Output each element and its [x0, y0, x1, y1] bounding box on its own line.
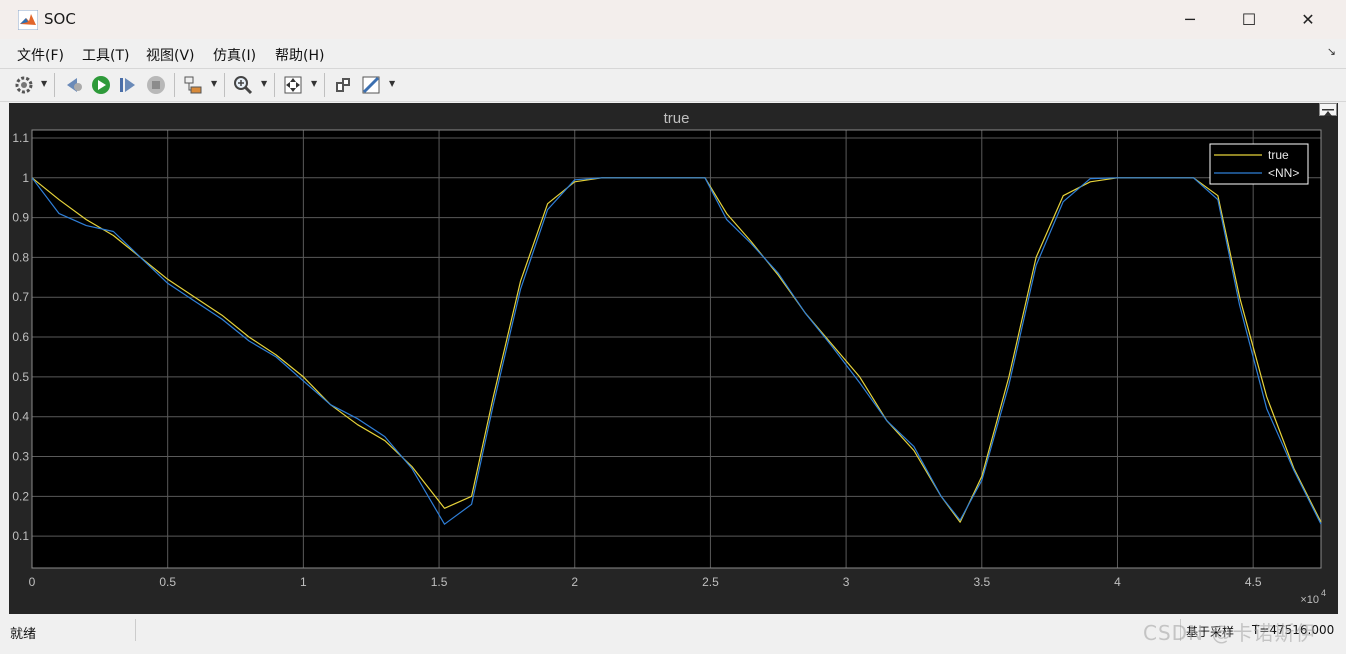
- measure-icon[interactable]: [360, 74, 382, 96]
- toolbar-separator: [274, 73, 275, 97]
- x-tick-label: 3: [843, 575, 850, 589]
- legend-entry: true: [1268, 148, 1289, 162]
- menu-help[interactable]: 帮助(H): [275, 45, 324, 65]
- matlab-logo-icon: [18, 10, 38, 30]
- scope-window: SOC ─ ☐ ✕ 文件(F) 工具(T) 视图(V) 仿真(I) 帮助(H) …: [0, 0, 1346, 654]
- plot-panel: true 0 0.5 1 1.5 2 2.5 3 3.5 4 4.5 0.1 0.2 0.3 0.4 0.5 0…: [9, 103, 1338, 614]
- x-tick-label: 4: [1114, 575, 1121, 589]
- x-tick-label: 1: [300, 575, 307, 589]
- menu-file[interactable]: 文件(F): [17, 45, 64, 65]
- scope-plot[interactable]: true 0 0.5 1 1.5 2 2.5 3 3.5 4 4.5 0.1 0.2 0.3 0.4 0.5 0…: [9, 103, 1338, 614]
- signal-select-dropdown-icon[interactable]: ▼: [211, 79, 217, 88]
- gear-dropdown-icon[interactable]: ▼: [41, 79, 47, 88]
- y-tick-label: 1.1: [12, 131, 29, 145]
- x-tick-label: 0: [29, 575, 36, 589]
- maximize-button[interactable]: ☐: [1219, 0, 1279, 39]
- run-icon[interactable]: [90, 74, 112, 96]
- toolbar-separator: [224, 73, 225, 97]
- step-forward-icon[interactable]: [117, 74, 139, 96]
- fit-to-view-icon[interactable]: [282, 74, 304, 96]
- chart-title: true: [664, 110, 690, 127]
- toolbar-separator: [54, 73, 55, 97]
- x-tick-label: 2: [571, 575, 578, 589]
- status-ready-text: 就绪: [10, 627, 37, 642]
- title-bar: SOC ─ ☐ ✕: [0, 0, 1346, 39]
- status-separator: [135, 619, 136, 641]
- signal-select-icon[interactable]: [182, 74, 204, 96]
- menu-tools[interactable]: 工具(T): [82, 45, 129, 65]
- measure-dropdown-icon[interactable]: ▼: [389, 79, 395, 88]
- close-button[interactable]: ✕: [1278, 0, 1338, 39]
- undock-icon[interactable]: ↘: [1327, 45, 1336, 58]
- y-tick-label: 0.6: [12, 330, 29, 344]
- menu-bar: 文件(F) 工具(T) 视图(V) 仿真(I) 帮助(H) ↘: [0, 39, 1346, 68]
- fit-dropdown-icon[interactable]: ▼: [311, 79, 317, 88]
- x-tick-label: 0.5: [159, 575, 176, 589]
- x-tick-label: 4.5: [1245, 575, 1262, 589]
- expand-icon: [1322, 109, 1334, 116]
- stop-icon[interactable]: [145, 74, 167, 96]
- y-tick-label: 0.9: [12, 211, 29, 225]
- x-tick-label: 1.5: [431, 575, 448, 589]
- y-tick-label: 0.1: [12, 529, 29, 543]
- y-tick-label: 0.4: [12, 410, 29, 424]
- expand-axes-button[interactable]: [1319, 103, 1337, 116]
- y-tick-label: 0.8: [12, 250, 29, 264]
- toolbar-separator: [174, 73, 175, 97]
- y-tick-label: 0.5: [12, 370, 29, 384]
- x-tick-label: 2.5: [702, 575, 719, 589]
- watermark-text: CSDN @卡诺斯伊: [1143, 621, 1317, 645]
- toolbar-separator: [324, 73, 325, 97]
- x-exponent-power: 4: [1321, 588, 1326, 598]
- style-icon[interactable]: [332, 74, 354, 96]
- zoom-dropdown-icon[interactable]: ▼: [261, 79, 267, 88]
- menu-view[interactable]: 视图(V): [146, 45, 195, 65]
- legend-entry: <NN>: [1268, 166, 1299, 180]
- step-back-icon[interactable]: [63, 74, 85, 96]
- x-tick-label: 3.5: [973, 575, 990, 589]
- y-tick-label: 0.2: [12, 489, 29, 503]
- y-tick-label: 1: [22, 171, 29, 185]
- window-title: SOC: [44, 10, 76, 28]
- y-tick-label: 0.7: [12, 290, 29, 304]
- y-tick-label: 0.3: [12, 450, 29, 464]
- menu-simulation[interactable]: 仿真(I): [213, 45, 256, 65]
- gear-icon[interactable]: [13, 74, 35, 96]
- x-exponent-label: ×10: [1300, 594, 1319, 606]
- plot-area: [32, 130, 1321, 568]
- toolbar: ▼ ▼ ▼ ▼ ▼: [0, 68, 1346, 102]
- zoom-icon[interactable]: [232, 74, 254, 96]
- minimize-button[interactable]: ─: [1160, 0, 1220, 39]
